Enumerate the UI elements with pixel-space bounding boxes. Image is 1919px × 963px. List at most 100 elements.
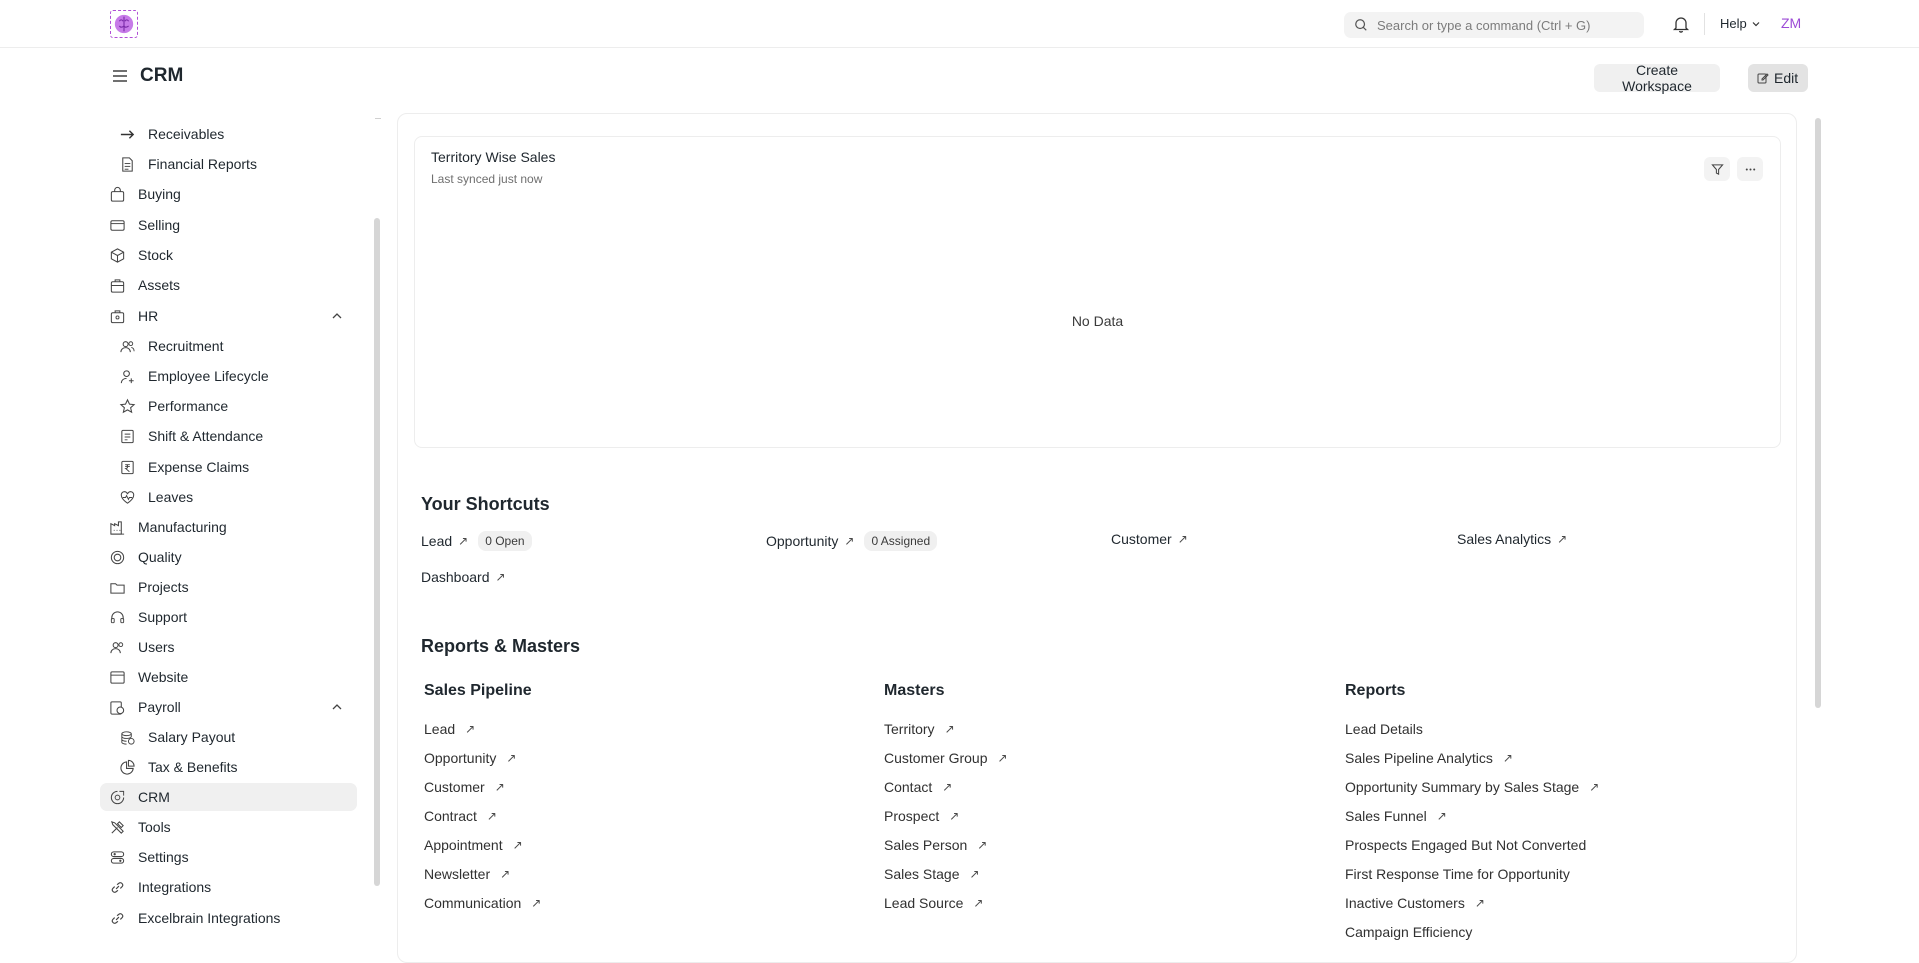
avatar[interactable]: ZM: [1781, 15, 1801, 31]
sidebar-item-website[interactable]: Website: [108, 663, 188, 691]
reports-heading: Reports & Masters: [421, 636, 581, 656]
headset-icon: [108, 608, 126, 626]
sidebar-item-financial-reports[interactable]: Financial Reports: [118, 150, 257, 178]
link-lead[interactable]: Lead ↗: [424, 721, 475, 737]
shortcut-dashboard[interactable]: Dashboard ↗: [421, 569, 506, 585]
link-label: Inactive Customers: [1345, 895, 1465, 911]
link-label: Lead Source: [884, 895, 964, 911]
link-label: Opportunity: [424, 750, 497, 766]
sidebar-item-excelbrain-integrations[interactable]: Excelbrain Integrations: [108, 904, 280, 932]
sidebar-item-users[interactable]: Users: [108, 633, 175, 661]
card-icon: [108, 216, 126, 234]
sidebar-item-projects[interactable]: Projects: [108, 573, 189, 601]
link-opportunity-summary-by-sales-stage[interactable]: Opportunity Summary by Sales Stage ↗: [1345, 779, 1599, 795]
sidebar-item-hr[interactable]: HR: [108, 302, 158, 330]
link-contract[interactable]: Contract ↗: [424, 808, 497, 824]
sidebar-item-support[interactable]: Support: [108, 603, 187, 631]
link-label: Prospects Engaged But Not Converted: [1345, 837, 1587, 853]
sidebar-item-shift-attendance[interactable]: Shift & Attendance: [118, 422, 263, 450]
sidebar-item-label: Leaves: [148, 489, 194, 505]
link-customer-group[interactable]: Customer Group ↗: [884, 750, 1008, 766]
arrow-up-right-icon: ↗: [1589, 780, 1600, 794]
sidebar-item-leaves[interactable]: Leaves: [118, 483, 193, 511]
sidebar-item-label: Shift & Attendance: [148, 428, 264, 444]
shortcut-customer[interactable]: Customer ↗: [1111, 531, 1188, 547]
sidebar-item-label: Support: [138, 609, 188, 625]
link-label: Sales Person: [884, 837, 968, 853]
link-prospect[interactable]: Prospect ↗: [884, 808, 959, 824]
sidebar-item-settings[interactable]: Settings: [108, 843, 189, 871]
main-scrollbar[interactable]: [1815, 118, 1821, 708]
help-dropdown[interactable]: Help: [1720, 16, 1761, 31]
sidebar-item-selling[interactable]: Selling: [108, 211, 180, 239]
user-plus-icon: [118, 367, 136, 385]
sidebar-item-employee-lifecycle[interactable]: Employee Lifecycle: [118, 362, 269, 390]
file-text-icon: [118, 155, 136, 173]
sidebar-item-quality[interactable]: Quality: [108, 543, 182, 571]
link-appointment[interactable]: Appointment ↗: [424, 837, 523, 853]
link-contact[interactable]: Contact ↗: [884, 779, 952, 795]
create-workspace-button[interactable]: Create Workspace: [1594, 62, 1720, 94]
link-prospects-engaged-but-not-converted[interactable]: Prospects Engaged But Not Converted: [1345, 837, 1586, 853]
link-sales-stage[interactable]: Sales Stage ↗: [884, 866, 980, 882]
shortcut-sales-analytics[interactable]: Sales Analytics ↗: [1457, 531, 1567, 547]
link-opportunity[interactable]: Opportunity ↗: [424, 750, 516, 766]
sidebar-item-buying[interactable]: Buying: [108, 180, 181, 208]
sidebar-item-crm[interactable]: CRM: [100, 783, 357, 811]
link-campaign-efficiency[interactable]: Campaign Efficiency: [1345, 924, 1472, 940]
shortcut-opportunity[interactable]: Opportunity ↗ 0 Assigned: [766, 531, 938, 551]
sidebar-scrollbar[interactable]: [374, 218, 380, 886]
chart-filter-button[interactable]: [1704, 157, 1730, 181]
link-sales-funnel[interactable]: Sales Funnel ↗: [1345, 808, 1447, 824]
app-logo[interactable]: [110, 10, 138, 38]
sidebar-item-salary-payout[interactable]: Salary Payout: [118, 723, 235, 751]
sidebar-item-tax-benefits[interactable]: Tax & Benefits: [118, 753, 238, 781]
folder-icon: [108, 578, 126, 596]
brain-logo-icon: [114, 14, 134, 34]
link-label: Prospect: [884, 808, 940, 824]
sidebar-item-tools[interactable]: Tools: [108, 813, 171, 841]
link-communication[interactable]: Communication ↗: [424, 895, 541, 911]
sidebar-item-recruitment[interactable]: Recruitment: [118, 332, 223, 360]
link-territory[interactable]: Territory ↗: [884, 721, 955, 737]
link-newsletter[interactable]: Newsletter ↗: [424, 866, 510, 882]
sidebar-item-integrations[interactable]: Integrations: [108, 873, 211, 901]
notification-bell-icon[interactable]: [1671, 14, 1691, 34]
link-icon: [108, 909, 126, 927]
chevron-up-icon[interactable]: [330, 309, 344, 323]
arrow-up-right-icon: ↗: [506, 751, 517, 765]
link-lead-details[interactable]: Lead Details: [1345, 721, 1423, 737]
sidebar-item-label: Website: [138, 669, 189, 685]
sidebar-item-expense-claims[interactable]: Expense Claims: [118, 453, 249, 481]
sidebar-item-assets[interactable]: Assets: [108, 271, 180, 299]
search-input[interactable]: [1377, 17, 1627, 33]
link-first-response-time-for-opportunity[interactable]: First Response Time for Opportunity: [1345, 866, 1570, 882]
arrow-up-right-icon: ↗: [512, 838, 523, 852]
shortcut-lead[interactable]: Lead ↗ 0 Open: [421, 531, 532, 551]
edit-button[interactable]: Edit: [1748, 64, 1808, 92]
link-inactive-customers[interactable]: Inactive Customers ↗: [1345, 895, 1485, 911]
sidebar-item-label: Employee Lifecycle: [148, 368, 269, 384]
sidebar: Receivables Financial Reports Buying Sellin…: [100, 122, 360, 944]
link-sales-person[interactable]: Sales Person ↗: [884, 837, 987, 853]
sidebar-item-performance[interactable]: Performance: [118, 392, 228, 420]
arrow-up-right-icon: ↗: [973, 896, 984, 910]
shortcut-label: Dashboard: [421, 569, 490, 585]
link-label: Opportunity Summary by Sales Stage: [1345, 779, 1580, 795]
sidebar-item-payroll[interactable]: Payroll: [108, 693, 181, 721]
link-lead-source[interactable]: Lead Source ↗: [884, 895, 983, 911]
arrow-up-right-icon: ↗: [1557, 532, 1568, 546]
sidebar-item-stock[interactable]: Stock: [108, 241, 173, 269]
sidebar-item-manufacturing[interactable]: Manufacturing: [108, 513, 227, 541]
page-title: CRM: [140, 65, 184, 86]
search-icon: [1355, 19, 1367, 31]
rupee-icon: [118, 458, 136, 476]
chevron-up-icon[interactable]: [330, 700, 344, 714]
link-sales-pipeline-analytics[interactable]: Sales Pipeline Analytics ↗: [1345, 750, 1513, 766]
chart-options-button[interactable]: [1737, 157, 1763, 181]
link-label: Sales Funnel: [1345, 808, 1427, 824]
sidebar-toggle-icon[interactable]: [111, 67, 129, 85]
awesomebar[interactable]: [1344, 12, 1644, 38]
sidebar-item-receivables[interactable]: Receivables: [118, 122, 224, 148]
link-customer[interactable]: Customer ↗: [424, 779, 505, 795]
